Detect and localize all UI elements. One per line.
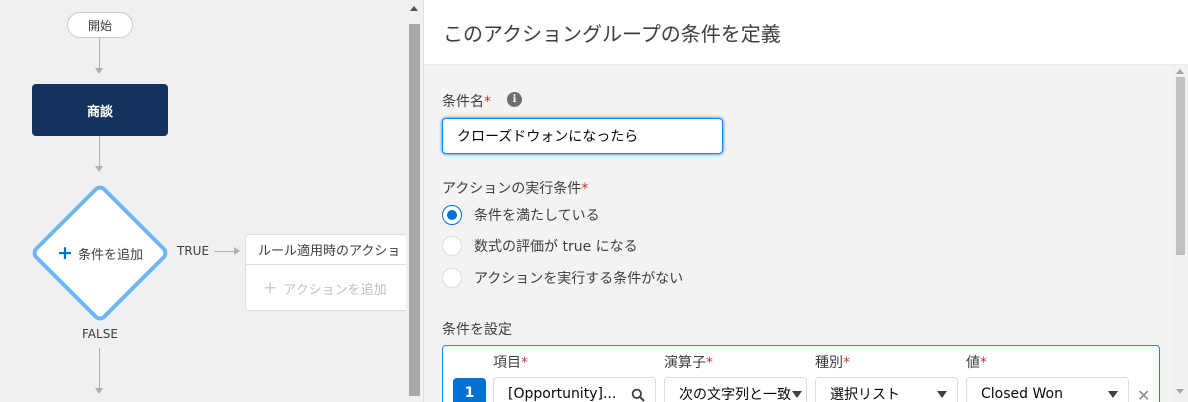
required-mark: * xyxy=(980,355,987,371)
scroll-up-icon[interactable] xyxy=(1176,69,1184,74)
connector-line xyxy=(99,38,100,68)
connector-arrow xyxy=(95,68,103,74)
column-header-text: 演算子 xyxy=(664,355,706,371)
value-select[interactable]: Closed Won xyxy=(966,377,1129,402)
radio-label: アクションを実行する条件がない xyxy=(474,271,684,287)
criteria-node-label-wrap: + 条件を追加 xyxy=(30,183,170,323)
required-mark: * xyxy=(706,355,713,371)
criteria-name-input[interactable]: クローズドウォンになったら xyxy=(442,118,723,154)
column-header-text: 項目 xyxy=(493,355,521,371)
immediate-actions-box: ルール適用時のアクショ + アクションを追加 xyxy=(245,234,423,311)
column-header-operator: 演算子* xyxy=(664,352,713,372)
scroll-down-icon[interactable] xyxy=(1176,389,1184,394)
required-mark: * xyxy=(581,181,589,197)
set-conditions-label: 条件を設定 xyxy=(442,322,512,338)
panel-title: このアクショングループの条件を定義 xyxy=(424,0,1188,65)
info-icon[interactable]: i xyxy=(507,92,522,107)
radio-conditions-met[interactable]: 条件を満たしている xyxy=(442,205,600,225)
row-number: 1 xyxy=(453,378,486,402)
connector-line xyxy=(99,136,100,166)
true-branch-label: TRUE xyxy=(177,244,210,258)
scrollbar-thumb[interactable] xyxy=(409,24,420,396)
canvas-scrollbar[interactable] xyxy=(406,0,423,402)
radio-button[interactable] xyxy=(442,205,462,225)
connector-line xyxy=(99,348,100,388)
process-builder: 開始 商談 + 条件を追加 TRUE FALSE ルール適用時のアクショ + ア… xyxy=(0,0,1188,402)
operator-select[interactable]: 次の文字列と一致 xyxy=(664,377,807,402)
execute-label: アクションの実行条件* xyxy=(442,178,588,198)
radio-formula-true[interactable]: 数式の評価が true になる xyxy=(442,236,638,256)
process-canvas: 開始 商談 + 条件を追加 TRUE FALSE ルール適用時のアクショ + ア… xyxy=(0,0,423,402)
required-mark: * xyxy=(484,94,491,110)
criteria-panel: このアクショングループの条件を定義 条件名* i クローズドウォンになったら ア… xyxy=(423,0,1188,402)
radio-no-criteria[interactable]: アクションを実行する条件がない xyxy=(442,268,683,288)
operator-select-value: 次の文字列と一致 xyxy=(679,387,791,402)
connector-line xyxy=(214,251,234,252)
field-picker-value: [Opportunity]... xyxy=(508,386,617,402)
execute-label-text: アクションの実行条件 xyxy=(442,181,582,197)
criteria-name-label: 条件名* xyxy=(442,91,491,111)
connector-arrow xyxy=(95,388,103,394)
close-icon[interactable]: ✕ xyxy=(1137,386,1150,402)
criteria-node-label: 条件を追加 xyxy=(77,247,143,263)
column-header-text: 種別 xyxy=(815,355,843,371)
column-header-text: 値 xyxy=(966,355,980,371)
value-select-value: Closed Won xyxy=(981,386,1063,402)
chevron-down-icon xyxy=(792,391,802,398)
condition-row-box: 項目* 演算子* 種別* 値* 1 [Opportunity]... 次の文字列… xyxy=(442,345,1160,402)
radio-label: 数式の評価が true になる xyxy=(474,239,638,255)
radio-button[interactable] xyxy=(442,268,462,288)
column-header-field: 項目* xyxy=(493,352,528,372)
chevron-down-icon xyxy=(937,391,947,398)
column-header-type: 種別* xyxy=(815,352,850,372)
plus-icon: + xyxy=(57,241,73,264)
radio-label: 条件を満たしている xyxy=(474,208,600,224)
required-mark: * xyxy=(521,355,528,371)
panel-body: 条件名* i クローズドウォンになったら アクションの実行条件* 条件を満たして… xyxy=(424,65,1172,402)
radio-button[interactable] xyxy=(442,236,462,256)
criteria-node[interactable]: + 条件を追加 xyxy=(29,182,171,324)
action-group-title: ルール適用時のアクショ xyxy=(246,235,423,265)
add-action-button[interactable]: + アクションを追加 xyxy=(246,265,423,311)
required-mark: * xyxy=(843,355,850,371)
add-action-label: アクションを追加 xyxy=(283,282,387,298)
type-select[interactable]: 選択リスト xyxy=(815,377,958,402)
type-select-value: 選択リスト xyxy=(830,387,900,402)
panel-scrollbar[interactable] xyxy=(1172,65,1188,402)
criteria-name-label-text: 条件名 xyxy=(442,94,484,110)
false-branch-label: FALSE xyxy=(82,327,118,341)
column-header-value: 値* xyxy=(966,352,987,372)
search-icon[interactable] xyxy=(631,388,645,402)
start-node: 開始 xyxy=(67,12,133,38)
scrollbar-thumb[interactable] xyxy=(1176,77,1185,255)
field-picker[interactable]: [Opportunity]... xyxy=(493,377,656,402)
chevron-down-icon xyxy=(1108,391,1118,398)
object-node[interactable]: 商談 xyxy=(32,84,168,136)
scroll-up-icon[interactable] xyxy=(410,6,418,11)
plus-icon: + xyxy=(263,278,278,298)
connector-arrow xyxy=(234,247,240,255)
connector-arrow xyxy=(95,166,103,172)
